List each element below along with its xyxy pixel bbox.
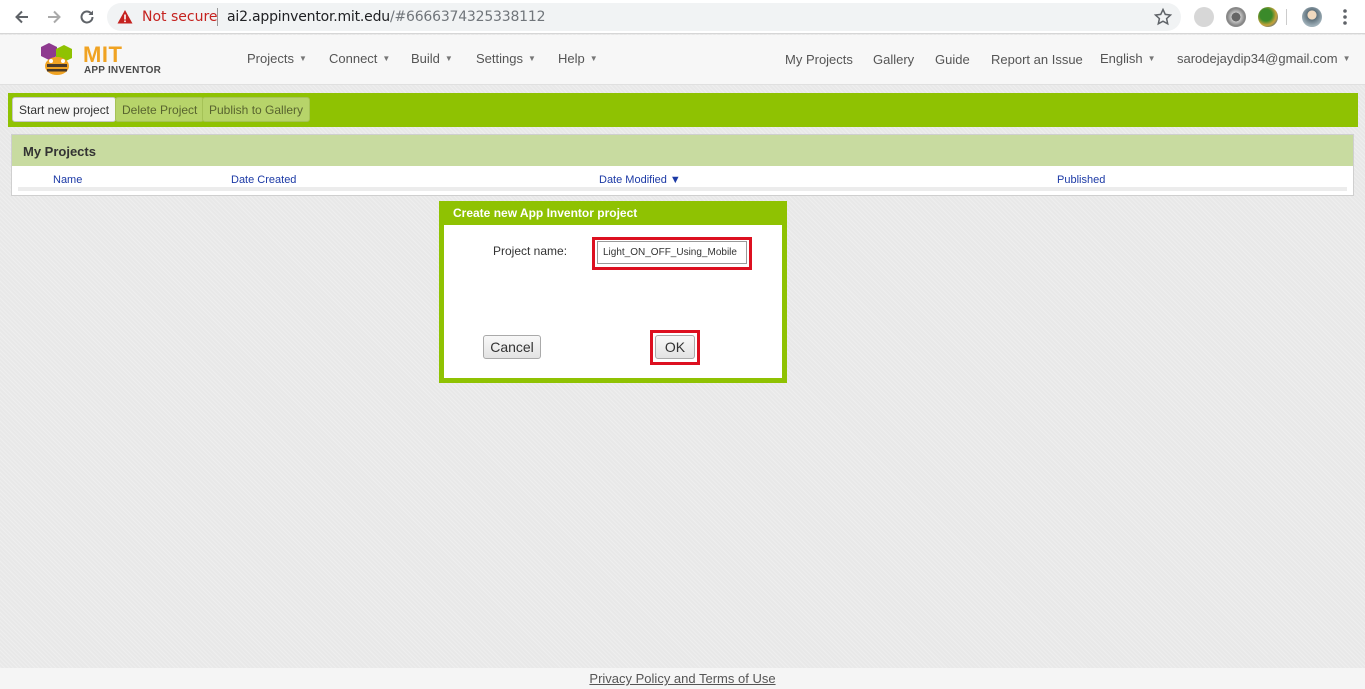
project-name-label: Project name: [493,244,568,258]
logo-subtitle: APP INVENTOR [84,65,162,76]
column-published[interactable]: Published [1057,174,1105,186]
menu-label: Build [411,51,440,66]
reload-icon[interactable] [76,6,98,28]
caret-down-icon: ▼ [298,54,307,63]
browser-toolbar: Not secure ai2.appinventor.mit.edu/#6666… [0,0,1365,34]
security-status[interactable]: Not secure [142,9,218,25]
start-new-project-button[interactable]: Start new project [12,97,117,122]
menu-label: Projects [247,51,294,66]
mit-app-inventor-logo[interactable]: MIT APP INVENTOR [35,38,165,80]
ok-button[interactable]: OK [655,335,695,359]
url-host: ai2.appinventor.mit.edu [227,9,390,25]
new-project-dialog: Create new App Inventor project Project … [439,201,787,383]
link-gallery[interactable]: Gallery [873,52,914,67]
projects-panel: My Projects Name Date Created Date Modif… [11,134,1354,196]
projects-title: My Projects [12,135,1353,166]
link-guide[interactable]: Guide [935,52,970,67]
project-toolbar: Start new project Delete Project Publish… [8,93,1358,127]
dialog-title: Create new App Inventor project [453,206,638,220]
toolbar-divider [1286,9,1287,25]
profile-avatar[interactable] [1302,7,1322,27]
delete-project-button[interactable]: Delete Project [115,97,205,122]
menu-connect[interactable]: Connect ▼ [329,51,390,66]
publish-gallery-button[interactable]: Publish to Gallery [202,97,311,122]
menu-projects[interactable]: Projects ▼ [247,51,307,66]
column-date-modified[interactable]: Date Modified ▼ [599,174,681,186]
menu-settings[interactable]: Settings ▼ [476,51,536,66]
language-label: English [1100,51,1143,66]
menu-label: Settings [476,51,523,66]
app-header: MIT APP INVENTOR Projects ▼ Connect ▼ Buil… [0,35,1365,85]
extension-globe-icon[interactable] [1258,7,1278,27]
caret-down-icon: ▼ [527,54,536,63]
extension-grey-icon[interactable] [1194,7,1214,27]
extension-film-icon[interactable] [1226,7,1246,27]
column-name[interactable]: Name [53,174,82,186]
page-footer: Privacy Policy and Terms of Use [0,668,1365,689]
caret-down-icon: ▼ [589,54,598,63]
cancel-button[interactable]: Cancel [483,335,541,359]
menu-build[interactable]: Build ▼ [411,51,453,66]
table-divider [18,187,1347,191]
menu-help[interactable]: Help ▼ [558,51,598,66]
project-name-input[interactable] [597,241,747,264]
link-my-projects[interactable]: My Projects [785,52,853,67]
account-menu[interactable]: sarodejaydip34@gmail.com ▼ [1177,51,1351,66]
column-date-created[interactable]: Date Created [231,174,296,186]
caret-down-icon: ▼ [382,54,391,63]
bookmark-star-icon[interactable] [1153,7,1173,27]
more-menu-icon[interactable] [1334,6,1356,28]
forward-icon[interactable] [43,6,65,28]
language-menu[interactable]: English ▼ [1100,51,1156,66]
address-bar[interactable]: Not secure ai2.appinventor.mit.edu/#6666… [107,3,1181,31]
privacy-terms-link[interactable]: Privacy Policy and Terms of Use [589,671,775,686]
menu-label: Help [558,51,585,66]
dialog-body: Project name: Cancel OK [444,225,782,378]
caret-down-icon: ▼ [444,54,453,63]
caret-down-icon: ▼ [1342,54,1351,63]
bee-logo-icon [41,43,72,75]
menu-label: Connect [329,51,378,66]
caret-down-icon: ▼ [1147,54,1156,63]
url-path: /#6666374325338112 [389,9,546,25]
warning-icon [117,10,133,24]
omnibox-divider [217,8,218,26]
user-email: sarodejaydip34@gmail.com [1177,51,1338,66]
url-text[interactable]: ai2.appinventor.mit.edu/#666637432533811… [227,9,546,25]
link-report-issue[interactable]: Report an Issue [991,52,1083,67]
back-icon[interactable] [11,6,33,28]
